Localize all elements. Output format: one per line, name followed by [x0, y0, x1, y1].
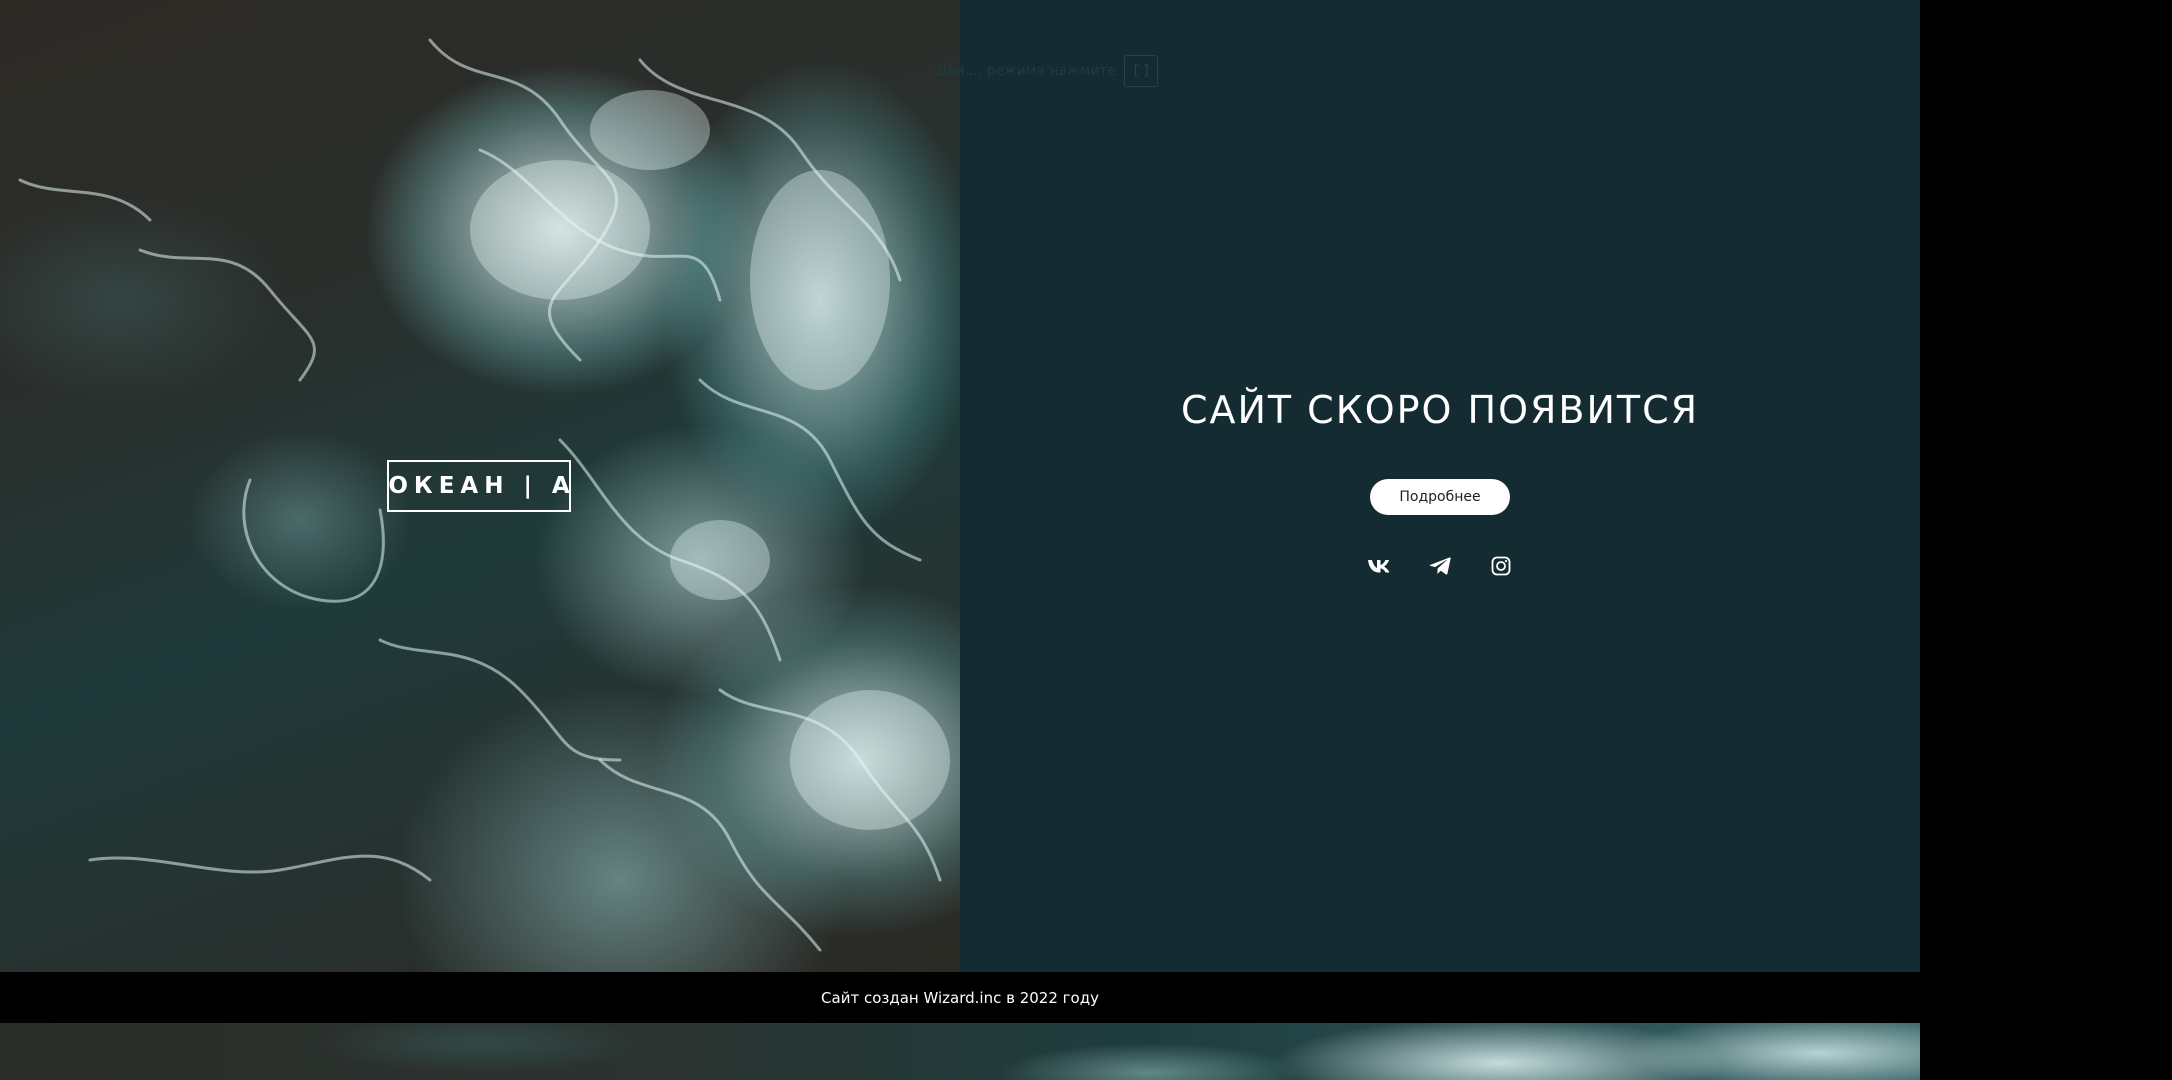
more-button[interactable]: Подробнее — [1370, 479, 1510, 515]
instagram-icon — [1491, 556, 1511, 576]
footer-text: Сайт создан Wizard.inc в 2022 году — [821, 988, 1099, 1007]
page-title: САЙТ СКОРО ПОЯВИТСЯ — [1180, 388, 1700, 432]
footer: Сайт создан Wizard.inc в 2022 году — [0, 972, 1920, 1023]
page: ОКЕАН | А САЙТ СКОРО ПОЯВИТСЯ Подробнее — [0, 0, 2172, 1080]
telegram-link[interactable] — [1426, 554, 1454, 578]
accessibility-key[interactable]: [ ] — [1124, 55, 1159, 87]
social-links — [1365, 554, 1515, 578]
vk-icon — [1368, 560, 1390, 573]
telegram-icon — [1429, 557, 1451, 575]
site-logo: ОКЕАН | А — [387, 460, 571, 512]
accessibility-hint-text: Для ... режима нажмите — [936, 63, 1117, 79]
vk-link[interactable] — [1365, 554, 1393, 578]
instagram-link[interactable] — [1487, 554, 1515, 578]
accessibility-hint: Для ... режима нажмите [ ] — [936, 54, 1159, 88]
coming-soon-panel: САЙТ СКОРО ПОЯВИТСЯ Подробнее — [960, 0, 1920, 972]
bottom-ocean-strip — [0, 1023, 1920, 1080]
hero-ocean-image: ОКЕАН | А — [0, 0, 960, 972]
